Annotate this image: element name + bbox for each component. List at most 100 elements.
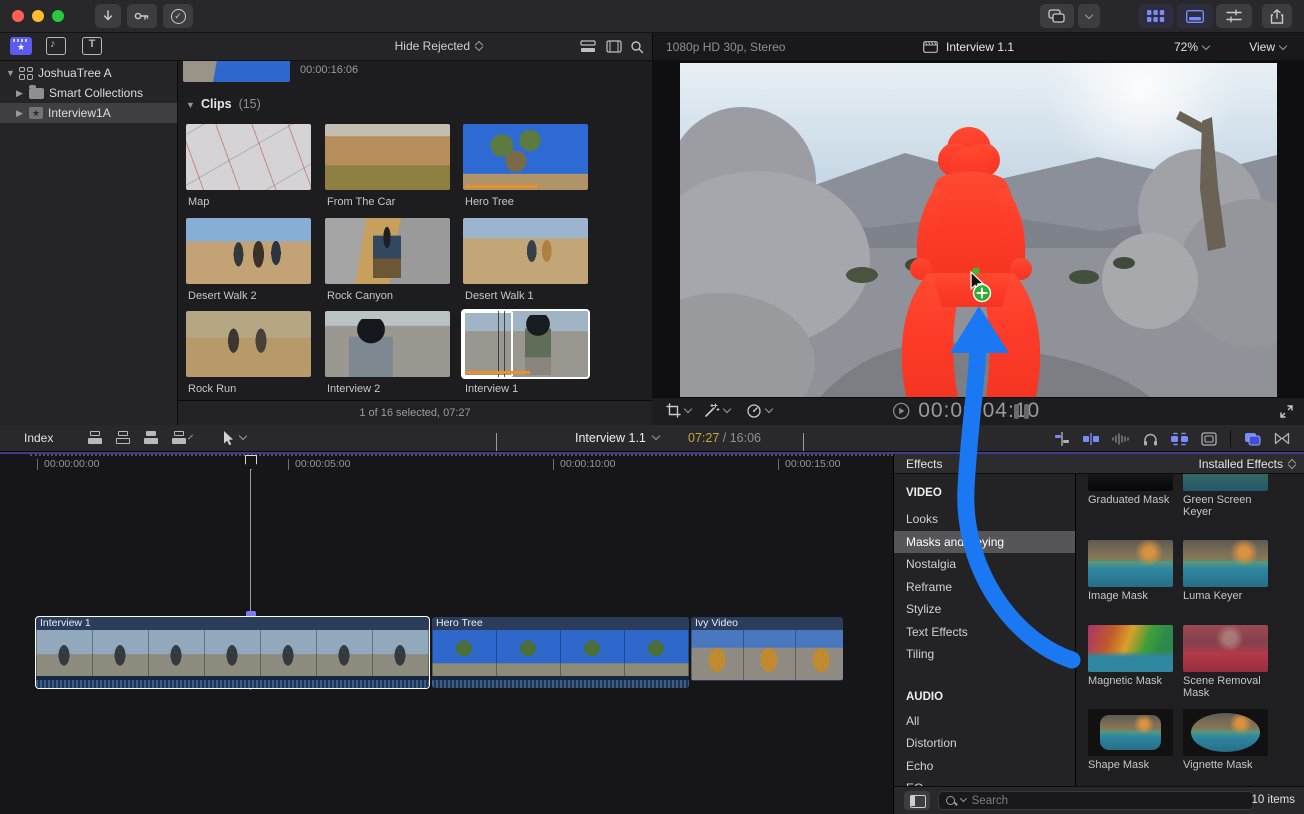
category-tiling[interactable]: Tiling (894, 643, 1075, 666)
sidebar-item-event[interactable]: ▶ ★ Interview1A (0, 103, 177, 123)
previous-item-button[interactable] (496, 433, 497, 451)
index-button[interactable]: Index (14, 430, 63, 446)
toggle-timeline-button[interactable] (1177, 4, 1213, 28)
clip-thumbnail-partial[interactable] (183, 61, 290, 82)
next-item-button[interactable] (803, 433, 804, 451)
effect-item-image-mask[interactable]: Image Mask (1088, 540, 1183, 603)
clip-thumbnail[interactable] (463, 218, 588, 284)
toggle-browser-button[interactable] (1138, 4, 1174, 28)
insert-edit-icon[interactable] (116, 431, 132, 445)
effects-search-field[interactable] (938, 791, 1254, 810)
viewer-zoom-menu[interactable]: 72% (1174, 40, 1209, 54)
snapping-icon[interactable] (1171, 432, 1188, 446)
clip-item[interactable]: Interview 2 (325, 311, 450, 395)
category-nostalgia[interactable]: Nostalgia (894, 553, 1075, 576)
filter-popup[interactable]: Hide Rejected (395, 39, 482, 53)
sidebar-item-library[interactable]: ▼ JoshuaTree A (0, 63, 177, 83)
effect-thumbnail[interactable] (1088, 709, 1173, 756)
category-looks[interactable]: Looks (894, 508, 1075, 531)
clip-thumbnail[interactable] (186, 311, 311, 377)
effect-item-scene-removal-mask[interactable]: Scene Removal Mask (1183, 625, 1278, 699)
overwrite-edit-icon[interactable] (172, 431, 188, 445)
photos-audio-icon[interactable] (46, 37, 66, 55)
clip-item[interactable]: Hero Tree (463, 124, 588, 208)
clip-item[interactable]: From The Car (325, 124, 450, 208)
effect-item-green-screen-keyer[interactable]: Green Screen Keyer (1183, 474, 1278, 518)
clip-item-selected[interactable]: Interview 1 (463, 311, 588, 395)
timeline-clip-ivyvideo[interactable]: Ivy Video (691, 617, 843, 681)
clip-thumbnail[interactable] (186, 124, 311, 190)
search-input[interactable] (972, 795, 1247, 807)
headphones-icon[interactable] (1143, 432, 1158, 446)
fullscreen-button[interactable] (1279, 404, 1294, 419)
close-window-button[interactable] (12, 10, 24, 22)
timeline-ruler[interactable]: 00:00:00:00 00:00:05:00 00:00:10:00 00:0… (30, 454, 893, 472)
toggle-category-sidebar-button[interactable] (904, 791, 930, 810)
transitions-browser-icon[interactable] (1274, 432, 1290, 445)
effect-thumbnail[interactable] (1088, 540, 1173, 587)
clip-item[interactable]: Map (186, 124, 311, 208)
effect-item-magnetic-mask[interactable]: Magnetic Mask (1088, 625, 1183, 688)
effect-thumbnail[interactable] (1183, 625, 1268, 672)
viewer-canvas[interactable] (680, 63, 1277, 397)
titles-generators-icon[interactable]: T (82, 37, 102, 55)
minimize-window-button[interactable] (32, 10, 44, 22)
clip-item[interactable]: Rock Run (186, 311, 311, 395)
effect-item-luma-keyer[interactable]: Luma Keyer (1183, 540, 1278, 603)
effect-thumbnail[interactable] (1183, 474, 1268, 491)
clips-group-header[interactable]: ▼ Clips(15) (186, 97, 261, 111)
installed-effects-menu[interactable]: Installed Effects (1199, 457, 1296, 471)
clip-thumbnail[interactable] (186, 218, 311, 284)
tool-select-menu[interactable] (222, 430, 246, 446)
category-reframe[interactable]: Reframe (894, 576, 1075, 599)
audio-skimming-icon[interactable] (1083, 432, 1099, 446)
clip-item[interactable]: Desert Walk 2 (186, 218, 311, 302)
play-circle-icon[interactable] (892, 402, 910, 420)
background-tasks-button[interactable]: ✓ (163, 4, 193, 28)
connect-edit-icon[interactable] (88, 431, 104, 445)
show-libraries-icon[interactable] (10, 37, 32, 55)
timeline-project-menu[interactable]: Interview 1.1 (575, 431, 659, 445)
clip-thumbnail[interactable] (325, 218, 450, 284)
workspaces-button[interactable] (1040, 4, 1074, 28)
skimming-toggle-icon[interactable] (1054, 431, 1070, 447)
sidebar-item-smart-collections[interactable]: ▶ Smart Collections (0, 83, 177, 103)
effect-item-vignette-mask[interactable]: Vignette Mask (1183, 709, 1278, 772)
selection-range[interactable] (463, 311, 513, 377)
effects-browser-icon[interactable] (1244, 432, 1261, 446)
timeline-clip-herotree[interactable]: Hero Tree (432, 617, 689, 688)
clip-thumbnail[interactable] (463, 124, 588, 190)
category-stylize[interactable]: Stylize (894, 598, 1075, 621)
effect-thumbnail[interactable] (1088, 625, 1173, 672)
clip-thumbnail[interactable] (325, 311, 450, 377)
category-echo[interactable]: Echo (894, 755, 1075, 778)
disclosure-triangle-icon[interactable]: ▶ (16, 88, 24, 99)
zoom-window-button[interactable] (52, 10, 64, 22)
clip-thumbnail[interactable] (463, 311, 588, 377)
media-browser-icon[interactable] (1201, 432, 1217, 446)
import-media-button[interactable] (95, 4, 121, 28)
clip-item[interactable]: Desert Walk 1 (463, 218, 588, 302)
disclosure-triangle-icon[interactable]: ▼ (6, 68, 14, 78)
effect-item-graduated-mask[interactable]: Graduated Mask (1088, 474, 1183, 507)
timeline[interactable]: 00:00:00:00 00:00:05:00 00:00:10:00 00:0… (0, 454, 893, 814)
filmstrip-view-button[interactable] (606, 40, 622, 53)
retime-menu[interactable] (746, 403, 772, 418)
workspaces-chevron-button[interactable] (1078, 4, 1100, 28)
browser-search-button[interactable] (630, 40, 644, 54)
clip-thumbnail[interactable] (325, 124, 450, 190)
clip-item[interactable]: Rock Canyon (325, 218, 450, 302)
audio-meters[interactable] (1014, 404, 1029, 419)
category-masks-and-keying[interactable]: Masks and Keying (894, 531, 1075, 554)
enhancements-menu[interactable] (704, 403, 730, 418)
timeline-clip-interview1[interactable]: Interview 1 (36, 617, 429, 688)
viewer-view-menu[interactable]: View (1249, 40, 1286, 54)
effect-thumbnail[interactable] (1183, 540, 1268, 587)
disclosure-triangle-icon[interactable]: ▼ (186, 100, 194, 110)
append-edit-icon[interactable] (144, 431, 160, 445)
disclosure-triangle-icon[interactable]: ▶ (16, 108, 24, 119)
effect-thumbnail[interactable] (1088, 474, 1173, 491)
effect-thumbnail[interactable] (1183, 709, 1268, 756)
crop-tool-menu[interactable] (666, 403, 691, 418)
category-text-effects[interactable]: Text Effects (894, 621, 1075, 644)
